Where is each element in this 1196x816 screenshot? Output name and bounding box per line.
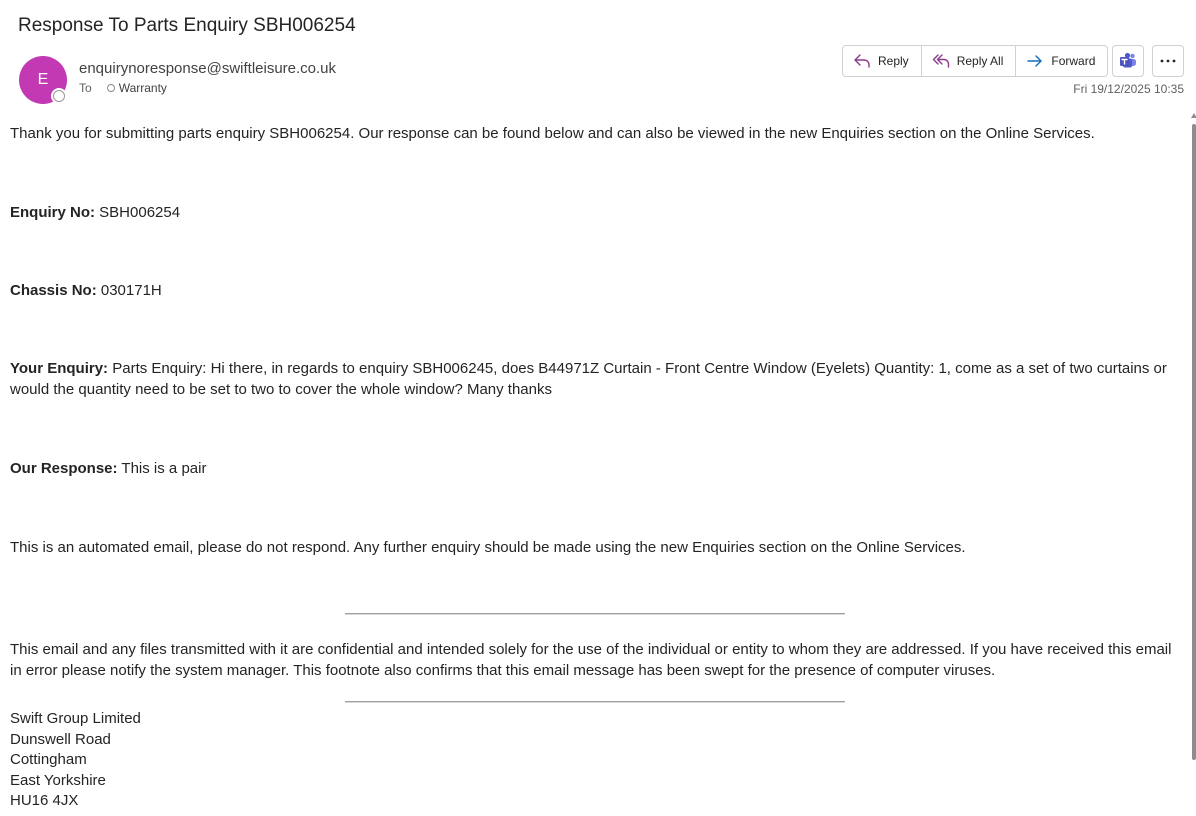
automated-note: This is an automated email, please do no… <box>10 539 966 556</box>
email-subject: Response To Parts Enquiry SBH006254 <box>18 15 356 36</box>
email-reading-pane: Response To Parts Enquiry SBH006254 E en… <box>0 0 1196 816</box>
intro-paragraph: Thank you for submitting parts enquiry S… <box>10 125 1095 142</box>
teams-button[interactable] <box>1112 45 1144 77</box>
enquiry-no-line: Enquiry No: SBH006254 <box>10 202 180 223</box>
reply-label: Reply <box>878 54 909 68</box>
recipients-line: To Warranty <box>79 81 167 95</box>
enquiry-no-label: Enquiry No: <box>10 204 95 221</box>
received-date: Fri 19/12/2025 10:35 <box>1073 82 1184 96</box>
more-actions-button[interactable] <box>1152 45 1184 77</box>
your-enquiry-label: Your Enquiry: <box>10 360 109 377</box>
your-enquiry-line: Your Enquiry: Parts Enquiry: Hi there, i… <box>10 358 1186 400</box>
forward-button[interactable]: Forward <box>1015 46 1107 76</box>
our-response-label: Our Response: <box>10 460 118 477</box>
address-line: Swift Group Limited <box>10 710 141 727</box>
address-line: Cottingham <box>10 751 87 769</box>
address-line: HU16 4JX <box>10 792 79 810</box>
scroll-up-arrow-icon[interactable] <box>1191 113 1196 118</box>
address-line: Dunswell Road <box>10 730 111 748</box>
chassis-no-label: Chassis No: <box>10 282 97 299</box>
avatar-initial: E <box>37 71 49 88</box>
your-enquiry-value: Parts Enquiry: Hi there, in regards to e… <box>10 360 1167 398</box>
company-address: Swift Group Limited Dunswell Road Cottin… <box>10 709 141 812</box>
more-icon <box>1160 59 1176 63</box>
sender-address[interactable]: enquirynoresponse@swiftleisure.co.uk <box>79 60 336 77</box>
chassis-no-line: Chassis No: 030171H <box>10 280 162 301</box>
our-response-line: Our Response: This is a pair <box>10 458 206 479</box>
reply-icon <box>854 54 870 68</box>
chassis-no-value: 030171H <box>96 282 162 299</box>
divider <box>345 613 845 615</box>
reply-all-label: Reply All <box>956 54 1004 68</box>
address-line: East Yorkshire <box>10 771 106 789</box>
confidentiality-note: This email and any files transmitted wit… <box>10 641 1172 679</box>
reply-button[interactable]: Reply <box>843 46 921 76</box>
to-label: To <box>79 81 92 95</box>
divider <box>345 701 845 703</box>
vertical-scrollbar[interactable] <box>1192 124 1196 760</box>
recipient-presence-icon <box>106 84 115 92</box>
forward-icon <box>1027 55 1043 67</box>
presence-status-icon <box>53 90 65 102</box>
teams-icon <box>1120 52 1136 68</box>
message-actions: Reply Reply All Forward <box>842 45 1109 77</box>
recipient-name[interactable]: Warranty <box>119 81 167 95</box>
enquiry-no-value: SBH006254 <box>95 204 181 221</box>
forward-label: Forward <box>1051 54 1096 68</box>
our-response-value: This is a pair <box>117 460 207 477</box>
reply-all-button[interactable]: Reply All <box>920 46 1016 76</box>
reply-all-icon <box>932 54 949 68</box>
